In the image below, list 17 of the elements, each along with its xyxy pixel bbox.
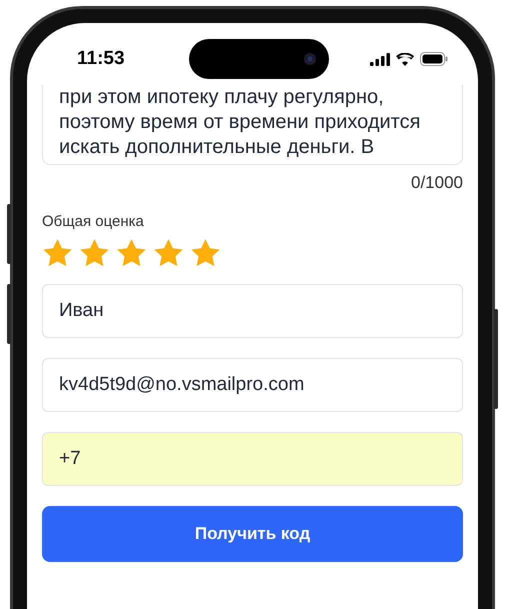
rating-label: Общая оценка: [42, 213, 145, 230]
wifi-icon: [396, 52, 414, 66]
review-textarea[interactable]: при этом ипотеку плачу регулярно, поэтому время от времени приходится искать дополнительные деньги. В: [42, 85, 463, 165]
star-icon[interactable]: [153, 238, 184, 268]
signal-icon: [370, 52, 390, 66]
star-icon[interactable]: [190, 238, 221, 268]
battery-icon: [420, 52, 448, 66]
camera-icon: [302, 52, 316, 66]
email-field[interactable]: kv4d5t9d@no.vsmailpro.com: [42, 358, 463, 412]
star-icon[interactable]: [79, 238, 110, 268]
status-time: 11:53: [77, 48, 126, 70]
phone-field[interactable]: +7: [42, 432, 463, 486]
star-icon[interactable]: [42, 238, 73, 268]
star-icon[interactable]: [116, 238, 147, 268]
get-code-button[interactable]: Получить код: [42, 506, 463, 562]
name-field[interactable]: Иван: [42, 284, 463, 338]
character-counter: 0/1000: [411, 173, 463, 193]
